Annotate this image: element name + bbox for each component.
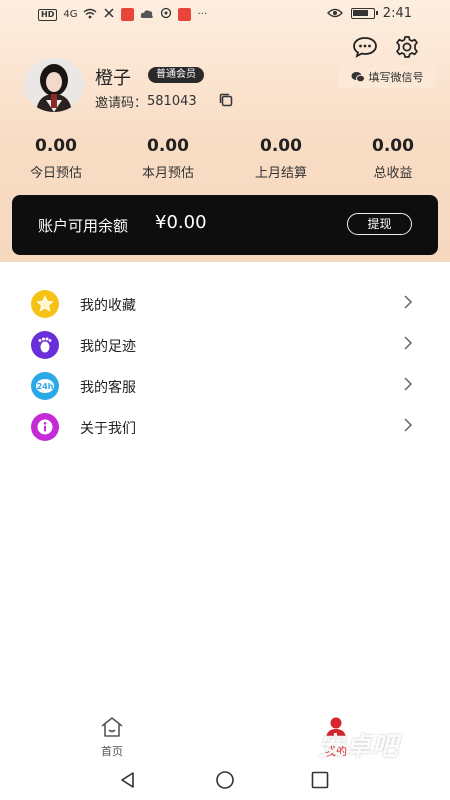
eye-icon <box>326 7 343 21</box>
menu-item-customer-service[interactable]: 24h 我的客服 <box>0 365 450 405</box>
back-icon[interactable] <box>118 770 138 790</box>
more-notifications-icon: ··· <box>197 9 208 20</box>
stat-value: 0.00 <box>260 136 302 156</box>
chevron-right-icon <box>404 336 413 350</box>
hd-indicator: HD <box>38 8 58 21</box>
menu-label: 关于我们 <box>80 421 136 437</box>
wechat-label: 填写微信号 <box>368 71 424 84</box>
stat-label: 今日预估 <box>29 166 82 181</box>
menu-label: 我的客服 <box>80 380 136 396</box>
copy-icon <box>219 93 233 107</box>
battery-icon <box>350 8 378 19</box>
stat-label: 本月预估 <box>141 166 194 181</box>
star-icon <box>31 290 59 318</box>
menu-label: 我的收藏 <box>80 298 136 314</box>
app-notification-icon-2 <box>178 8 192 21</box>
stat-label: 总收益 <box>373 166 413 181</box>
wechat-icon <box>351 72 365 83</box>
system-nav-bar <box>0 760 450 800</box>
stat-total[interactable]: 0.00 总收益 <box>343 136 443 181</box>
status-bar: HD 4G ··· 2:41 <box>0 0 450 30</box>
status-time: 2:41 <box>382 6 412 21</box>
menu-label: 我的足迹 <box>80 339 136 355</box>
notification-icon <box>103 7 115 22</box>
avatar-image <box>24 58 84 112</box>
home-icon <box>101 717 123 737</box>
wifi-icon <box>83 8 97 22</box>
member-badge: 普通会员 <box>148 67 204 83</box>
status-right: 2:41 <box>326 6 412 21</box>
withdraw-button[interactable]: 提现 <box>347 213 412 235</box>
message-button[interactable] <box>352 36 378 58</box>
invite-code: 581043 <box>147 94 197 109</box>
chevron-right-icon <box>404 295 413 309</box>
sync-icon <box>160 7 172 22</box>
stat-value: 0.00 <box>372 136 414 156</box>
gear-icon <box>396 36 418 58</box>
stat-value: 0.00 <box>35 136 77 156</box>
info-icon <box>31 413 59 441</box>
customer-service-icon: 24h <box>31 372 59 400</box>
menu-item-footprints[interactable]: 我的足迹 <box>0 324 450 364</box>
stat-this-month[interactable]: 0.00 本月预估 <box>118 136 218 181</box>
balance-label: 账户可用余额 <box>38 217 129 235</box>
app-notification-icon <box>121 8 135 21</box>
stat-today[interactable]: 0.00 今日预估 <box>6 136 106 181</box>
cloud-icon <box>140 8 154 22</box>
stat-label: 上月结算 <box>254 166 307 181</box>
tab-home-label: 首页 <box>101 745 123 758</box>
recent-apps-icon[interactable] <box>311 771 329 789</box>
stat-value: 0.00 <box>147 136 189 156</box>
status-left: HD 4G ··· <box>38 7 207 22</box>
copy-button[interactable] <box>218 92 234 108</box>
footprint-icon <box>31 331 59 359</box>
invite-code-row: 邀请码： 581043 <box>95 92 197 111</box>
menu-item-about-us[interactable]: 关于我们 <box>0 406 450 446</box>
balance-card: 账户可用余额 ¥0.00 提现 <box>12 195 438 255</box>
fill-wechat-button[interactable]: 填写微信号 <box>338 66 436 88</box>
home-nav-icon[interactable] <box>215 770 235 790</box>
menu-item-favorites[interactable]: 我的收藏 <box>0 283 450 323</box>
chevron-right-icon <box>404 377 413 391</box>
svg-text:24h: 24h <box>37 382 54 391</box>
chat-bubble-icon <box>353 37 377 58</box>
balance-amount: ¥0.00 <box>155 212 207 233</box>
invite-label: 邀请码： <box>95 96 148 111</box>
stat-last-month[interactable]: 0.00 上月结算 <box>231 136 331 181</box>
chevron-right-icon <box>404 418 413 432</box>
avatar[interactable] <box>24 58 84 112</box>
settings-button[interactable] <box>395 35 419 59</box>
tab-home[interactable]: 首页 <box>92 716 132 759</box>
watermark: 安卓吧 <box>318 732 400 762</box>
username: 橙子 <box>95 68 131 89</box>
signal-indicator: 4G <box>63 9 78 20</box>
